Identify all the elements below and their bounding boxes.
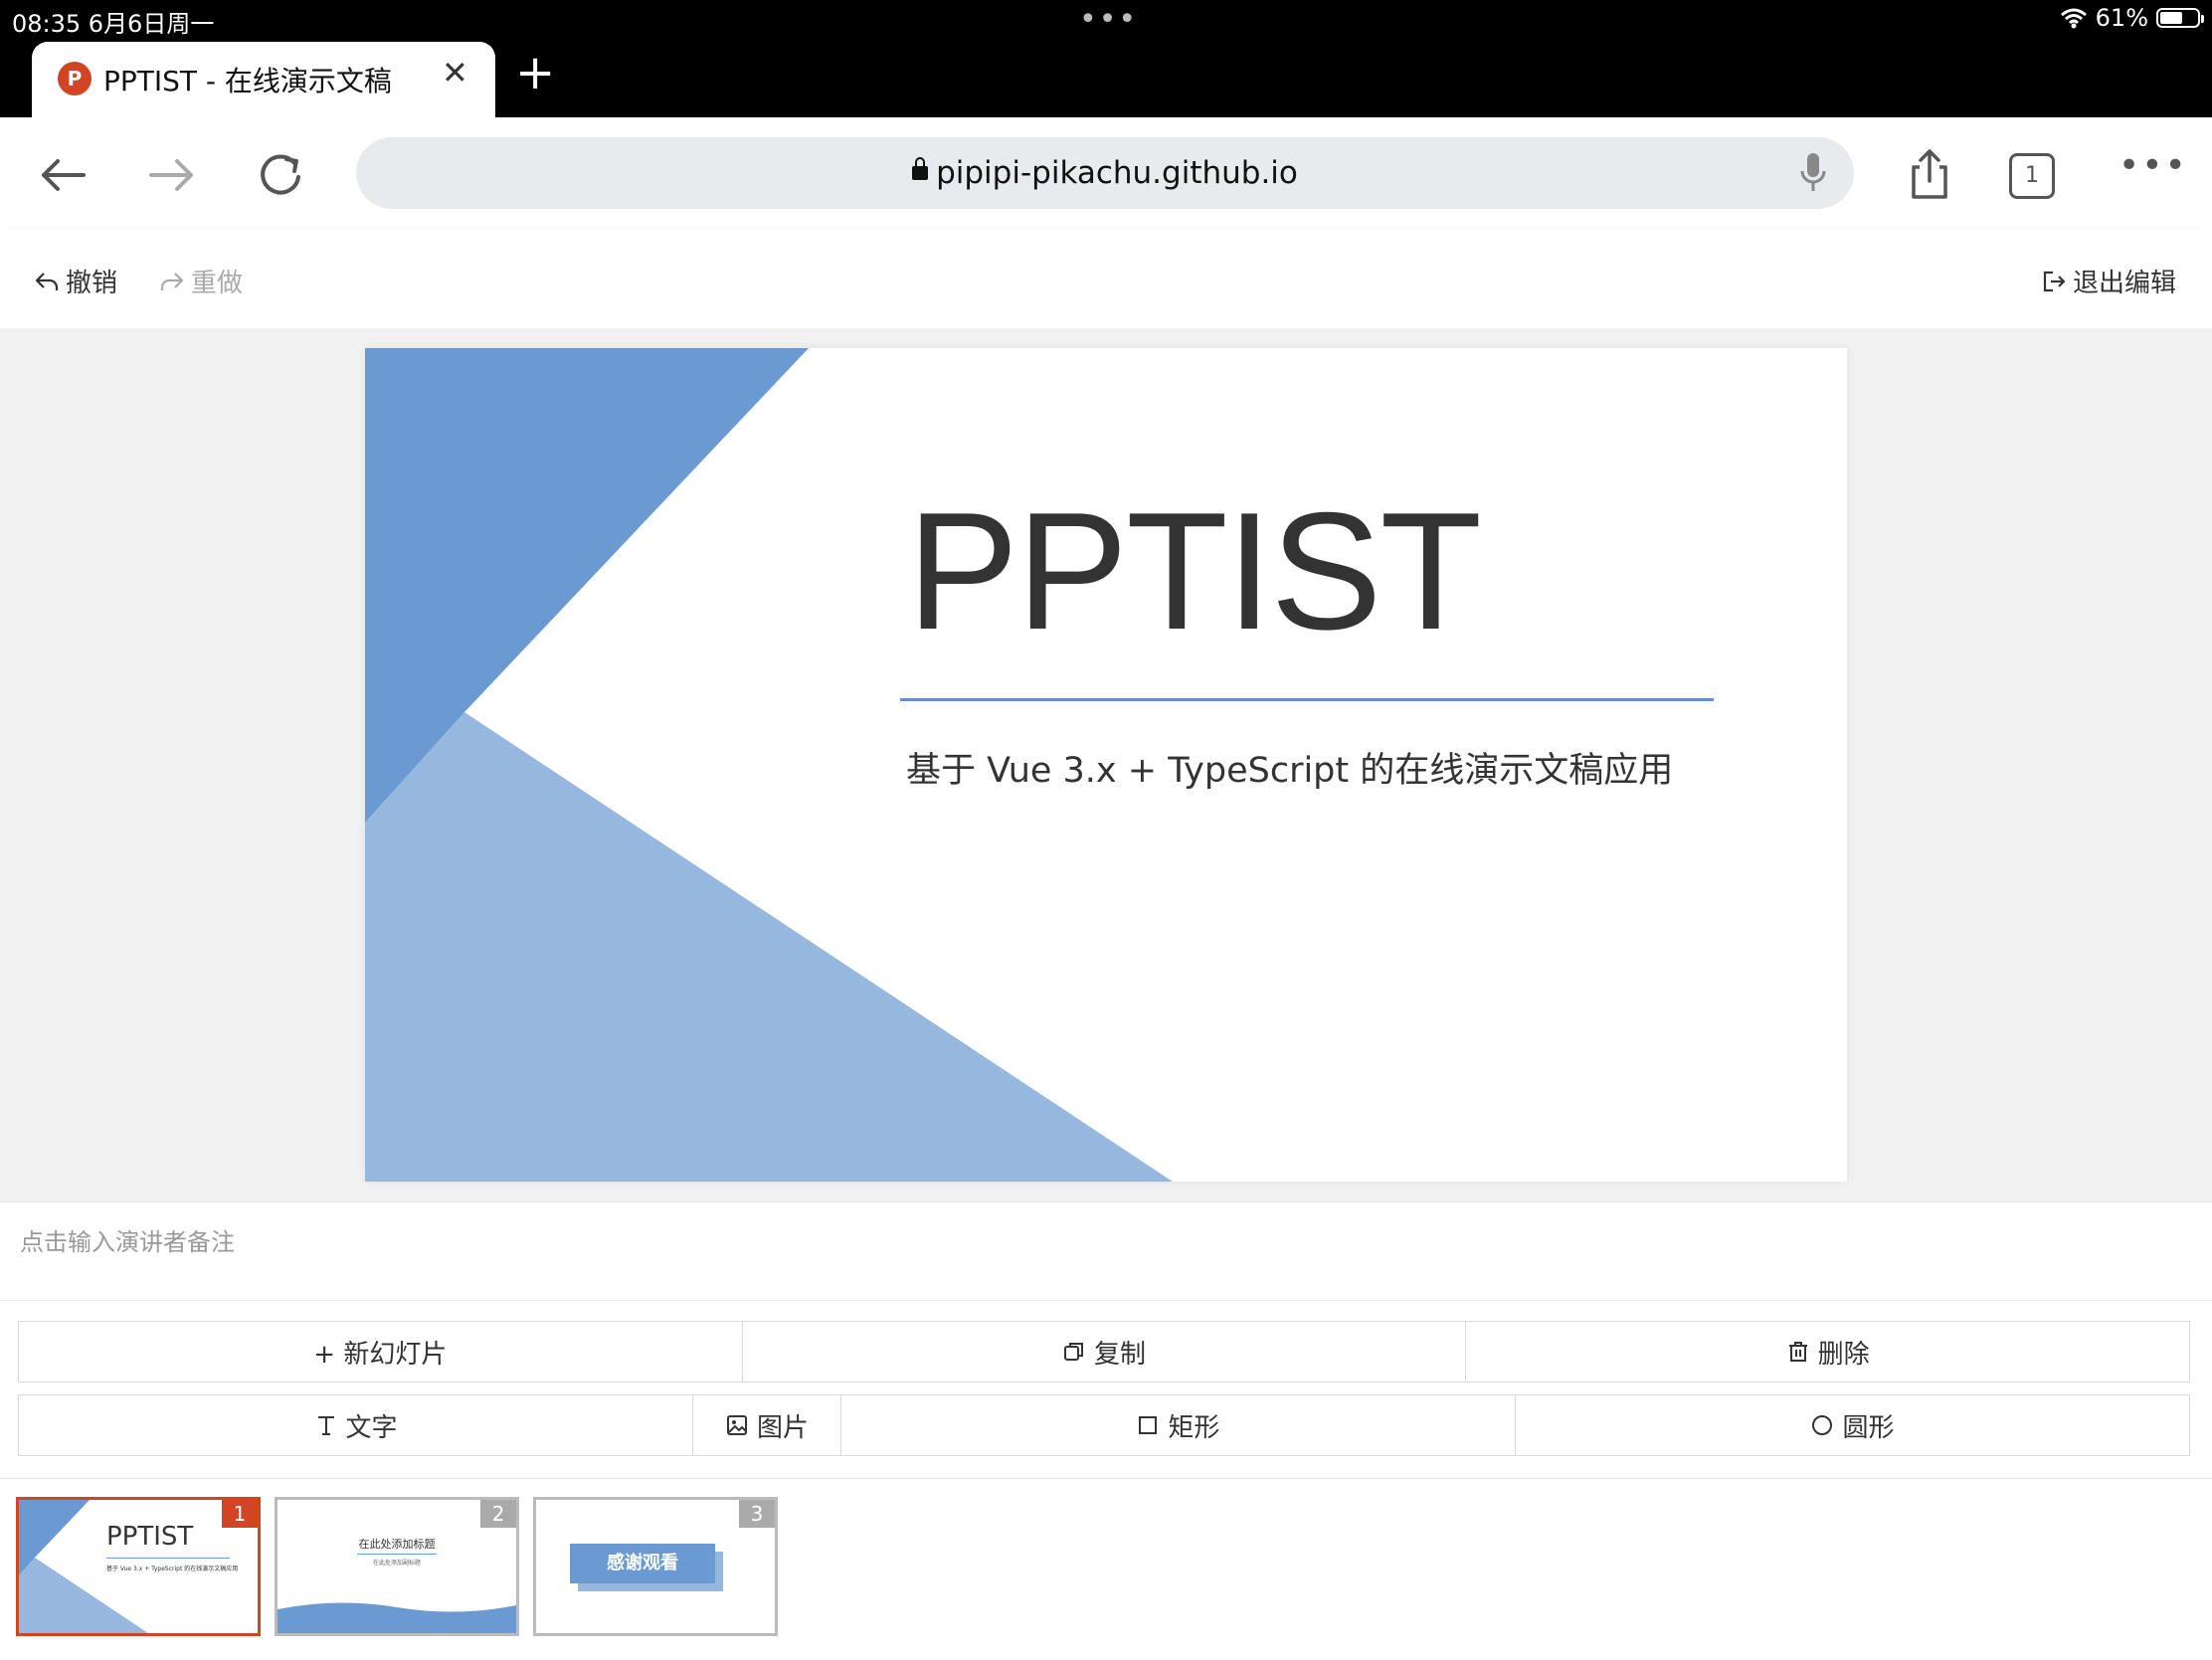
text-icon [317,1416,334,1435]
new-tab-button[interactable]: + [515,48,555,97]
thumbnail-1-line [106,1558,230,1559]
lock-icon [912,156,929,180]
slide-thumbnails: PPTIST 基于 Vue 3.x + TypeScript 的在线演示文稿应用… [0,1478,2212,1660]
browser-navbar: pipipi-pikachu.github.io 1 ••• [0,117,2212,230]
redo-icon [160,272,184,290]
delete-button[interactable]: 删除 [1466,1322,2189,1382]
thumbnail-3[interactable]: 感谢观看 3 [533,1497,778,1636]
microphone-icon[interactable] [1798,151,1828,195]
browser-tab-active[interactable]: P PPTIST - 在线演示文稿 ✕ [32,42,495,117]
tab-title: PPTIST - 在线演示文稿 [103,65,392,97]
thumbnail-1-number: 1 [222,1500,258,1528]
delete-label: 删除 [1817,1339,1870,1370]
insert-text-button[interactable]: 文字 [19,1395,694,1455]
tab-close-icon[interactable]: ✕ [442,54,468,92]
exit-edit-label: 退出编辑 [2072,269,2176,298]
speaker-notes[interactable]: 点击输入演讲者备注 [0,1201,2212,1301]
status-indicators: 61% [2060,4,2204,32]
thumbnail-1[interactable]: PPTIST 基于 Vue 3.x + TypeScript 的在线演示文稿应用… [16,1497,261,1636]
undo-icon [35,272,59,290]
undo-button[interactable]: 撤销 [34,263,117,299]
share-icon[interactable] [1900,145,1959,205]
thumbnail-1-title: PPTIST [106,1522,194,1552]
circle-label: 圆形 [1842,1412,1895,1443]
url-text-wrap: pipipi-pikachu.github.io [356,155,1854,191]
status-time: 08:35 6月6日周一 [12,10,215,38]
thumbnail-1-subtitle: 基于 Vue 3.x + TypeScript 的在线演示文稿应用 [106,1566,239,1572]
notes-placeholder: 点击输入演讲者备注 [20,1228,235,1256]
address-bar[interactable]: pipipi-pikachu.github.io [356,137,1854,209]
thumbnail-2-line [357,1554,437,1555]
insert-rect-button[interactable]: 矩形 [841,1395,1516,1455]
slide-canvas[interactable]: PPTIST 基于 Vue 3.x + TypeScript 的在线演示文稿应用 [365,348,1847,1182]
battery-icon [2156,8,2204,28]
exit-icon [2043,271,2066,291]
battery-percent: 61% [2095,4,2148,32]
thumbnail-3-title: 感谢观看 [570,1544,715,1583]
thumbnail-2[interactable]: 在此处添加标题 在此处添加副标题 2 [275,1497,519,1636]
redo-button[interactable]: 重做 [159,263,243,299]
trash-icon [1788,1342,1807,1362]
back-arrow-icon[interactable] [34,145,93,205]
more-menu-icon[interactable]: ••• [2119,145,2188,186]
text-label: 文字 [345,1412,398,1443]
insert-circle-button[interactable]: 圆形 [1516,1395,2189,1455]
rect-label: 矩形 [1168,1412,1220,1443]
multitasking-dots[interactable]: ••• [1079,2,1138,37]
thumbnail-2-title: 在此处添加标题 [358,1538,436,1551]
slide-subtitle[interactable]: 基于 Vue 3.x + TypeScript 的在线演示文稿应用 [906,742,1673,793]
tab-count-button[interactable]: 1 [2009,153,2055,199]
new-slide-button[interactable]: + 新幻灯片 [19,1322,743,1382]
circle-icon [1812,1415,1833,1435]
image-icon [726,1415,747,1435]
url-text: pipipi-pikachu.github.io [936,155,1298,191]
new-slide-label: + 新幻灯片 [313,1339,448,1370]
forward-arrow-icon[interactable] [141,145,201,205]
browser-top-strip: 08:35 6月6日周一 ••• 61% P PPTIST - 在线演示文稿 ✕… [0,0,2212,117]
copy-label: 复制 [1094,1339,1147,1370]
copy-icon [1064,1343,1083,1361]
reload-icon[interactable] [251,145,310,205]
exit-edit-button[interactable]: 退出编辑 [2041,263,2176,299]
redo-label: 重做 [191,269,244,298]
thumbnail-2-wave [277,1602,516,1633]
insert-actions-row: 文字 图片 矩形 圆形 [18,1394,2190,1456]
undo-label: 撤销 [66,269,118,298]
insert-image-button[interactable]: 图片 [693,1395,841,1455]
copy-button[interactable]: 复制 [743,1322,1467,1382]
thumbnail-3-number: 3 [739,1500,775,1528]
slide-title[interactable]: PPTIST [907,487,1482,654]
thumbnail-2-subtitle: 在此处添加副标题 [372,1560,421,1567]
slide-divider-line [900,698,1714,701]
pptist-favicon-icon: P [58,62,92,95]
canvas-area: PPTIST 基于 Vue 3.x + TypeScript 的在线演示文稿应用 [0,328,2212,1201]
editor-toolbar: 撤销 重做 退出编辑 [0,229,2212,328]
rectangle-icon [1139,1416,1158,1434]
thumbnail-2-number: 2 [480,1500,516,1528]
image-label: 图片 [756,1412,809,1443]
slide-actions-row: + 新幻灯片 复制 删除 [18,1321,2190,1383]
wifi-icon [2060,8,2087,29]
